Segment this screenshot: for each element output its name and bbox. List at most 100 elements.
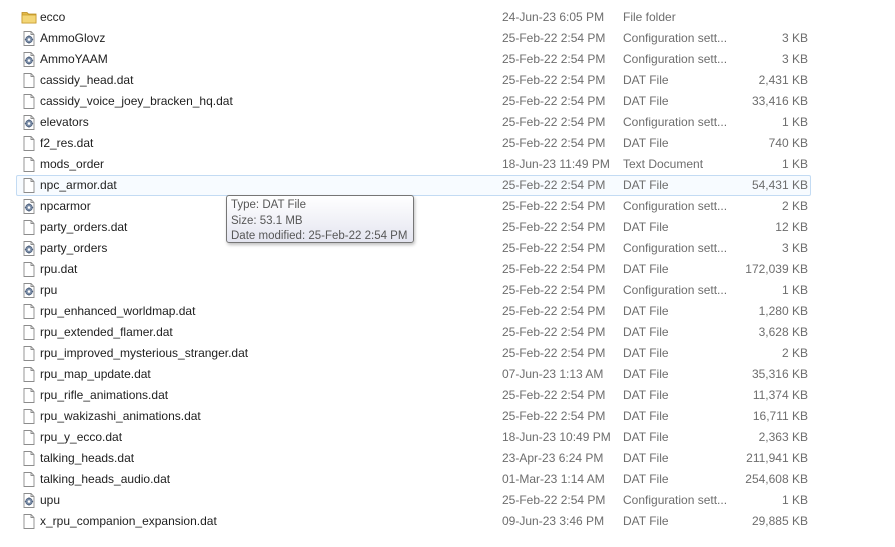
file-type: DAT File (623, 388, 669, 402)
file-name: rpu_y_ecco.dat (40, 430, 123, 444)
file-icon (21, 72, 37, 89)
file-row[interactable]: npc_armor.dat 25-Feb-22 2:54 PM DAT File 54… (16, 175, 811, 196)
file-type: DAT File (623, 136, 669, 150)
file-type: DAT File (623, 430, 669, 444)
file-size: 1 KB (781, 115, 808, 129)
file-name: f2_res.dat (40, 136, 94, 150)
file-icon (21, 513, 37, 530)
file-type: Configuration sett... (623, 283, 728, 297)
file-date-modified: 25-Feb-22 2:54 PM (502, 262, 606, 276)
file-name: x_rpu_companion_expansion.dat (40, 514, 217, 528)
file-size: 2,363 KB (758, 430, 808, 444)
file-size: 33,416 KB (751, 94, 808, 108)
file-size: 54,431 KB (751, 178, 808, 192)
file-row[interactable]: ecco 24-Jun-23 6:05 PM File folder (16, 7, 811, 28)
file-type: DAT File (623, 472, 669, 486)
file-name: rpu.dat (40, 262, 78, 276)
file-tooltip: Type: DAT File Size: 53.1 MB Date modifi… (226, 195, 414, 243)
file-row[interactable]: rpu.dat 25-Feb-22 2:54 PM DAT File 172,039 … (16, 259, 811, 280)
file-row[interactable]: f2_res.dat 25-Feb-22 2:54 PM DAT File 740 K… (16, 133, 811, 154)
tooltip-size: Size: 53.1 MB (231, 214, 303, 227)
file-row[interactable]: rpu_wakizashi_animations.dat 25-Feb-22 2:… (16, 406, 811, 427)
file-size: 3 KB (781, 241, 808, 255)
file-row[interactable]: rpu 25-Feb-22 2:54 PM Configuration sett..… (16, 280, 811, 301)
file-date-modified: 25-Feb-22 2:54 PM (502, 115, 606, 129)
file-date-modified: 18-Jun-23 10:49 PM (502, 430, 611, 444)
file-size: 1 KB (781, 283, 808, 297)
file-name: AmmoYAAM (40, 52, 108, 66)
file-size: 35,316 KB (751, 367, 808, 381)
file-date-modified: 25-Feb-22 2:54 PM (502, 388, 606, 402)
config-file-icon (21, 114, 37, 131)
file-date-modified: 25-Feb-22 2:54 PM (502, 346, 606, 360)
file-date-modified: 25-Feb-22 2:54 PM (502, 136, 606, 150)
file-row[interactable]: rpu_y_ecco.dat 18-Jun-23 10:49 PM DAT File… (16, 427, 811, 448)
tooltip-date-modified: Date modified: 25-Feb-22 2:54 PM (231, 230, 408, 242)
file-name: ecco (40, 10, 66, 24)
file-icon (21, 366, 37, 383)
file-name: rpu_wakizashi_animations.dat (40, 409, 201, 423)
config-file-icon (21, 51, 37, 68)
file-date-modified: 23-Apr-23 6:24 PM (502, 451, 604, 465)
file-row[interactable]: rpu_improved_mysterious_stranger.dat 25-F… (16, 343, 811, 364)
file-name: AmmoGlovz (40, 31, 106, 45)
file-row[interactable]: rpu_extended_flamer.dat 25-Feb-22 2:54 PM… (16, 322, 811, 343)
file-row[interactable]: talking_heads.dat 23-Apr-23 6:24 PM DAT Fi… (16, 448, 811, 469)
file-name: party_orders.dat (40, 220, 128, 234)
file-icon (21, 93, 37, 110)
file-name: elevators (40, 115, 89, 129)
file-icon (21, 450, 37, 467)
file-date-modified: 25-Feb-22 2:54 PM (502, 493, 606, 507)
file-row[interactable]: AmmoYAAM 25-Feb-22 2:54 PM Configuration s… (16, 49, 811, 70)
file-icon (21, 345, 37, 362)
file-name: npc_armor.dat (40, 178, 117, 192)
config-file-icon (21, 240, 37, 257)
file-row[interactable]: x_rpu_companion_expansion.dat 09-Jun-23 3… (16, 511, 811, 532)
file-date-modified: 25-Feb-22 2:54 PM (502, 199, 606, 213)
file-type: Text Document (623, 157, 704, 171)
file-icon (21, 156, 37, 173)
file-size: 3,628 KB (758, 325, 808, 339)
file-row[interactable]: rpu_map_update.dat 07-Jun-23 1:13 AM DAT F… (16, 364, 811, 385)
file-size: 29,885 KB (751, 514, 808, 528)
file-row[interactable]: elevators 25-Feb-22 2:54 PM Configuration … (16, 112, 811, 133)
file-type: DAT File (623, 367, 669, 381)
file-date-modified: 25-Feb-22 2:54 PM (502, 283, 606, 297)
file-row[interactable]: upu 25-Feb-22 2:54 PM Configuration sett..… (16, 490, 811, 511)
file-icon (21, 135, 37, 152)
file-name: rpu_extended_flamer.dat (40, 325, 173, 339)
file-icon (21, 261, 37, 278)
file-date-modified: 25-Feb-22 2:54 PM (502, 220, 606, 234)
file-row[interactable]: rpu_enhanced_worldmap.dat 25-Feb-22 2:54 … (16, 301, 811, 322)
file-icon (21, 177, 37, 194)
file-type: Configuration sett... (623, 115, 728, 129)
file-row[interactable]: mods_order 18-Jun-23 11:49 PM Text Documen… (16, 154, 811, 175)
file-icon (21, 387, 37, 404)
file-icon (21, 303, 37, 320)
file-size: 1,280 KB (758, 304, 808, 318)
file-type: Configuration sett... (623, 52, 728, 66)
file-row[interactable]: cassidy_voice_joey_bracken_hq.dat 25-Feb-… (16, 91, 811, 112)
file-name: rpu_map_update.dat (40, 367, 151, 381)
config-file-icon (21, 198, 37, 215)
file-name: cassidy_head.dat (40, 73, 134, 87)
file-name: rpu_improved_mysterious_stranger.dat (40, 346, 249, 360)
config-file-icon (21, 30, 37, 47)
file-type: DAT File (623, 451, 669, 465)
file-type: DAT File (623, 94, 669, 108)
file-type: Configuration sett... (623, 493, 728, 507)
file-row[interactable]: AmmoGlovz 25-Feb-22 2:54 PM Configuration … (16, 28, 811, 49)
file-row[interactable]: rpu_rifle_animations.dat 25-Feb-22 2:54 P… (16, 385, 811, 406)
file-type: DAT File (623, 409, 669, 423)
file-size: 211,941 KB (746, 451, 808, 465)
file-type: DAT File (623, 325, 669, 339)
file-size: 3 KB (781, 31, 808, 45)
file-row[interactable]: talking_heads_audio.dat 01-Mar-23 1:14 AM… (16, 469, 811, 490)
file-date-modified: 25-Feb-22 2:54 PM (502, 52, 606, 66)
file-date-modified: 18-Jun-23 11:49 PM (502, 157, 610, 171)
file-size: 740 KB (768, 136, 808, 150)
file-date-modified: 07-Jun-23 1:13 AM (502, 367, 604, 381)
file-type: Configuration sett... (623, 199, 728, 213)
file-row[interactable]: cassidy_head.dat 25-Feb-22 2:54 PM DAT Fil… (16, 70, 811, 91)
file-date-modified: 25-Feb-22 2:54 PM (502, 94, 606, 108)
